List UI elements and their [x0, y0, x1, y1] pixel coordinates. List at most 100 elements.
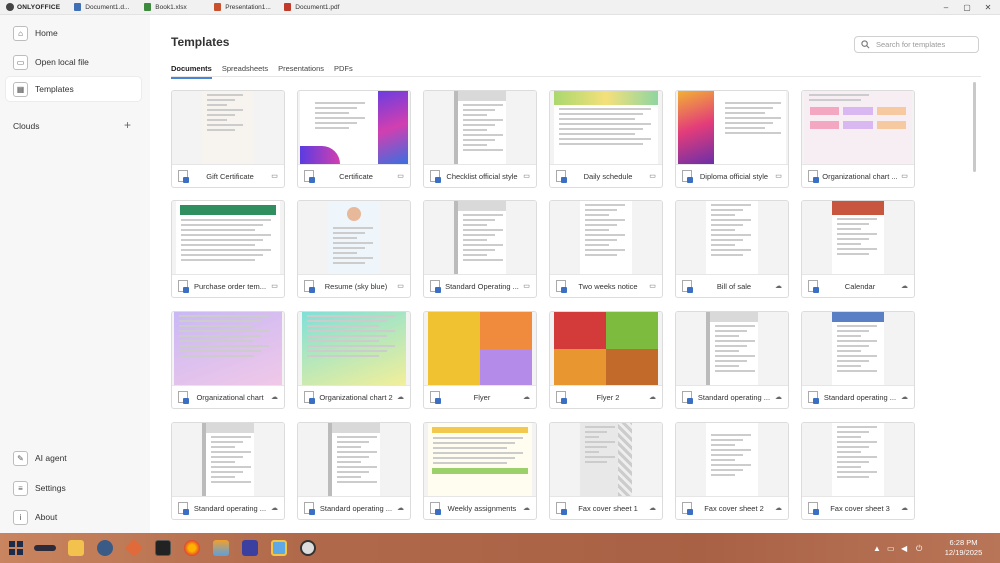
template-card[interactable]: Weekly assignments ☁: [423, 422, 537, 520]
template-name: Fax cover sheet 1: [578, 503, 638, 513]
template-card[interactable]: Flyer 2 ☁: [549, 311, 663, 409]
app-icon[interactable]: [124, 538, 144, 558]
template-card[interactable]: Two weeks notice ▭: [549, 200, 663, 298]
cloud-icon: ☁: [775, 394, 782, 401]
sidebar-item-open-local-file[interactable]: ▭ Open local file: [6, 50, 141, 74]
template-card[interactable]: Organizational chart ☁: [171, 311, 285, 409]
cloud-icon: ☁: [775, 283, 782, 290]
maximize-button[interactable]: ▢: [957, 0, 977, 15]
template-card[interactable]: Checklist official style ▭: [423, 90, 537, 188]
document-file-icon: [682, 502, 693, 515]
display-icon[interactable]: ▭: [887, 544, 895, 553]
sidebar-item-about[interactable]: i About: [6, 505, 141, 529]
template-card-footer: Two weeks notice ▭: [550, 274, 662, 297]
template-card-footer: Organizational chart 2 ☁: [298, 385, 410, 408]
minimize-button[interactable]: –: [936, 0, 956, 15]
close-button[interactable]: ✕: [978, 0, 998, 15]
settings-app-icon[interactable]: [97, 540, 113, 556]
scrollbar[interactable]: [973, 82, 976, 172]
document-tab-label: Presentation1...: [225, 3, 271, 11]
document-file-icon: [430, 502, 441, 515]
document-file-icon: [808, 502, 819, 515]
template-card[interactable]: Fax cover sheet 1 ☁: [549, 422, 663, 520]
template-card[interactable]: Bill of sale ☁: [675, 200, 789, 298]
template-thumbnail: [676, 312, 788, 385]
template-card[interactable]: Standard operating ... ☁: [801, 311, 915, 409]
template-card[interactable]: Organizational chart 2 ☁: [297, 311, 411, 409]
sidebar-item-settings[interactable]: ≡ Settings: [6, 476, 141, 500]
volume-icon[interactable]: ◀: [901, 544, 907, 553]
widgets-icon[interactable]: [34, 545, 56, 551]
template-thumbnail: [676, 423, 788, 496]
template-thumbnail: [172, 201, 284, 274]
template-thumbnail: [802, 201, 914, 274]
template-name: Certificate: [339, 171, 373, 181]
cloud-icon: ☁: [901, 505, 908, 512]
file-explorer-icon[interactable]: [68, 540, 84, 556]
template-card-footer: Flyer ☁: [424, 385, 536, 408]
cloud-icon: ☁: [649, 394, 656, 401]
template-card[interactable]: Certificate ▭: [297, 90, 411, 188]
sidebar-item-label: Settings: [35, 483, 66, 493]
sidebar: ⌂ Home ▭ Open local file ▦ Templates Clo…: [0, 15, 150, 533]
template-card-footer: Fax cover sheet 1 ☁: [550, 496, 662, 519]
terminal-icon[interactable]: [155, 540, 171, 556]
template-thumbnail: [172, 312, 284, 385]
info-icon: i: [13, 509, 28, 525]
power-icon[interactable]: ⏻: [916, 544, 922, 554]
sidebar-item-label: Open local file: [35, 57, 89, 67]
template-card[interactable]: Standard operating ... ☁: [297, 422, 411, 520]
template-card[interactable]: Standard Operating ... ▭: [423, 200, 537, 298]
document-file-icon: [178, 280, 189, 293]
template-card-footer: Calendar ☁: [802, 274, 914, 297]
template-card[interactable]: Gift Certificate ▭: [171, 90, 285, 188]
templates-panel: Templates Search for templates Documents…: [150, 15, 1000, 533]
document-tab[interactable]: Document1.pdf: [278, 3, 348, 11]
monitor-icon: ▭: [649, 173, 656, 180]
template-card[interactable]: Diploma official style ▭: [675, 90, 789, 188]
sidebar-item-templates[interactable]: ▦ Templates: [6, 77, 141, 101]
templates-icon: ▦: [13, 81, 28, 97]
template-name: Calendar: [844, 281, 876, 291]
firefox-icon[interactable]: [184, 540, 200, 556]
template-card[interactable]: Purchase order tem... ▭: [171, 200, 285, 298]
template-card[interactable]: Fax cover sheet 2 ☁: [675, 422, 789, 520]
template-card[interactable]: Organizational chart ... ▭: [801, 90, 915, 188]
document-tabs: Document1.d... Book1.xlsx Presentation1...…: [68, 3, 348, 11]
cloud-icon: ☁: [901, 283, 908, 290]
clock-app-icon[interactable]: [300, 540, 316, 556]
template-card-footer: Weekly assignments ☁: [424, 496, 536, 519]
ai-agent-icon: ✎: [13, 450, 28, 466]
file-type-icon: [144, 3, 152, 11]
photos-icon[interactable]: [271, 540, 287, 556]
template-card[interactable]: Calendar ☁: [801, 200, 915, 298]
sidebar-item-home[interactable]: ⌂ Home: [6, 21, 141, 45]
app-grid-icon[interactable]: [242, 540, 258, 556]
sidebar-item-ai-agent[interactable]: ✎ AI agent: [6, 446, 141, 470]
document-file-icon: [430, 170, 441, 183]
template-card-footer: Standard Operating ... ▭: [424, 274, 536, 297]
template-card[interactable]: Standard operating ... ☁: [171, 422, 285, 520]
document-tab[interactable]: Document1.d...: [68, 3, 138, 11]
template-card[interactable]: Resume (sky blue) ▭: [297, 200, 411, 298]
template-card[interactable]: Fax cover sheet 3 ☁: [801, 422, 915, 520]
template-thumbnail: [676, 201, 788, 274]
start-menu-icon[interactable]: [8, 540, 24, 556]
template-card-footer: Bill of sale ☁: [676, 274, 788, 297]
template-card[interactable]: Standard operating ... ☁: [675, 311, 789, 409]
cloud-icon: ☁: [271, 505, 278, 512]
search-input[interactable]: Search for templates: [854, 36, 979, 53]
template-card[interactable]: Daily schedule ▭: [549, 90, 663, 188]
template-thumbnail: [802, 312, 914, 385]
document-tab[interactable]: Presentation1...: [208, 3, 278, 11]
add-cloud-button[interactable]: +: [124, 118, 131, 132]
template-card[interactable]: Flyer ☁: [423, 311, 537, 409]
template-name: Organizational chart ...: [822, 171, 898, 181]
document-tab[interactable]: Book1.xlsx: [138, 3, 208, 11]
system-clock[interactable]: 6:28 PM 12/19/2025: [936, 538, 991, 558]
template-name: Organizational chart: [196, 392, 264, 402]
app-logo[interactable]: ONLYOFFICE: [0, 3, 68, 11]
tray-chevron-icon[interactable]: ▲: [873, 544, 881, 553]
onlyoffice-taskbar-icon[interactable]: [213, 540, 229, 556]
page-title: Templates: [171, 35, 230, 49]
